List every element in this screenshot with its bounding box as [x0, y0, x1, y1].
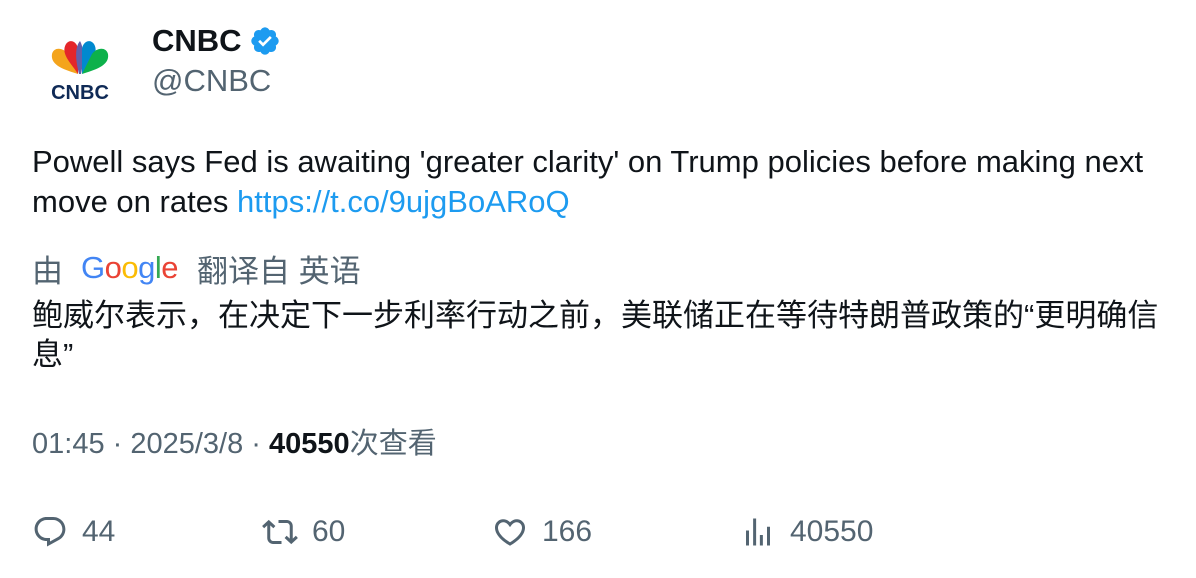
tweet-link[interactable]: https://t.co/9ujgBoARoQ [237, 184, 570, 219]
translated-text: 鲍威尔表示，在决定下一步利率行动之前，美联储正在等待特朗普政策的“更明确信息” [32, 298, 1159, 372]
tweet-date[interactable]: 2025/3/8 [130, 428, 243, 460]
translated-by-label: 由 [32, 253, 63, 289]
svg-text:CNBC: CNBC [51, 82, 109, 104]
cnbc-peacock-logo: CNBC [51, 41, 109, 104]
retweet-icon [262, 519, 298, 545]
meta-separator: · [243, 428, 270, 460]
tweet-text: Powell says Fed is awaiting 'greater cla… [32, 142, 1172, 222]
like-count: 166 [542, 515, 593, 548]
translated-from-label: 翻译自 英语 [197, 253, 361, 289]
author-name[interactable]: CNBC [152, 22, 281, 60]
views-action-count: 40550 [790, 515, 874, 548]
verified-badge-icon [250, 27, 279, 55]
views-label: 次查看 [349, 428, 437, 460]
views-button[interactable]: 40550 [740, 510, 873, 554]
views-icon [746, 518, 770, 546]
author-name-text[interactable]: CNBC [152, 22, 242, 60]
tweet-body: Powell says Fed is awaiting 'greater cla… [32, 144, 1144, 219]
tweet-meta: 01:45 · 2025/3/8 · 40550次查看 [32, 424, 437, 464]
reply-count: 44 [82, 515, 116, 548]
reply-button[interactable]: 44 [32, 510, 115, 554]
google-logo: Google [81, 251, 179, 285]
meta-separator: · [104, 428, 131, 460]
like-button[interactable]: 166 [492, 510, 592, 554]
reply-icon [34, 517, 66, 547]
retweet-button[interactable]: 60 [262, 510, 345, 554]
translation-attribution: 由 Google 翻译自 英语 [32, 246, 361, 290]
tweet-card: CNBC CNBC @CNBC Powell says Fed is await… [0, 0, 1196, 578]
avatar[interactable]: CNBC [30, 24, 130, 124]
tweet-time[interactable]: 01:45 [32, 428, 105, 460]
like-icon [494, 519, 526, 546]
views-count: 40550 [269, 428, 350, 460]
retweet-count: 60 [312, 515, 346, 548]
author-handle[interactable]: @CNBC [152, 62, 271, 100]
svg-text:Google: Google [81, 251, 178, 285]
